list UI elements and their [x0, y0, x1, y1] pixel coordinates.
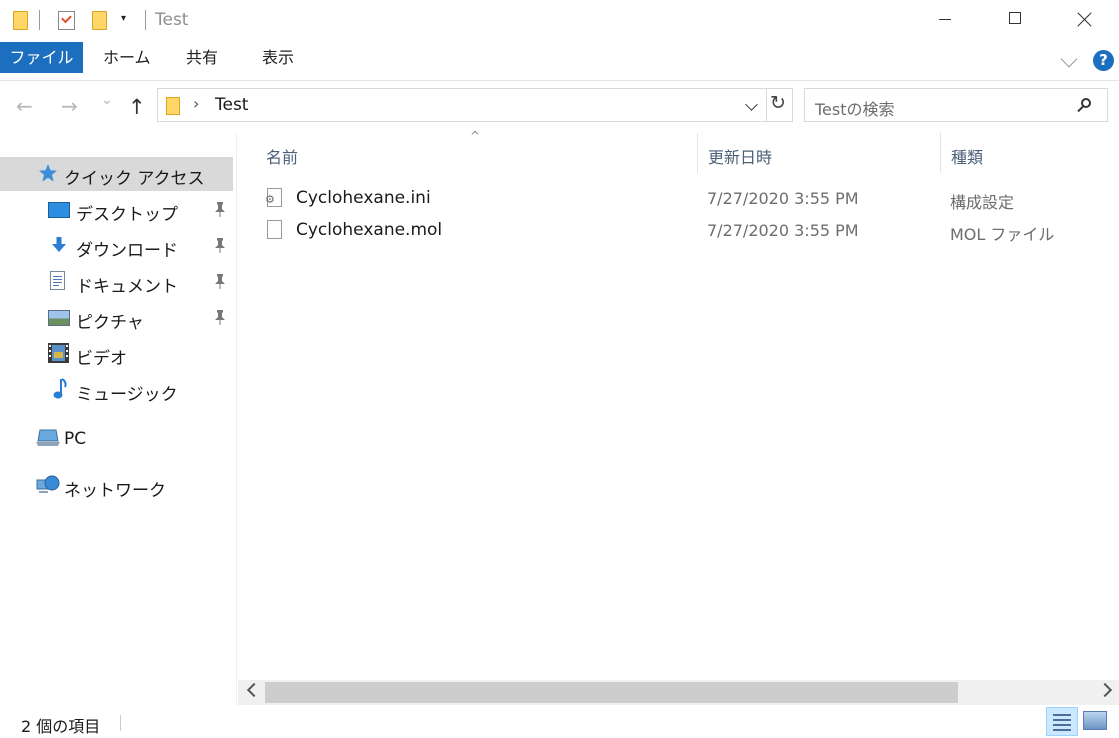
search-icon[interactable] — [1081, 98, 1091, 108]
scroll-right-icon[interactable] — [1097, 682, 1113, 698]
navigation-bar: ← → ⌄ ↑ › Test ↻ Testの検索 — [0, 81, 1119, 133]
sidebar-item-label: デスクトップ — [76, 205, 178, 225]
sidebar-item-videos[interactable]: ビデオ — [0, 337, 233, 371]
scrollbar-thumb[interactable] — [265, 682, 958, 703]
horizontal-scrollbar[interactable] — [238, 680, 1119, 705]
download-icon — [50, 236, 68, 252]
column-divider[interactable] — [697, 133, 698, 173]
star-icon — [38, 163, 58, 183]
customize-quick-access-button[interactable]: ▾ — [121, 13, 126, 24]
tab-view[interactable]: 表示 — [262, 42, 294, 73]
quick-access-divider — [39, 10, 40, 30]
file-name: Cyclohexane.mol — [296, 220, 443, 240]
network-icon — [36, 474, 60, 493]
file-name: Cyclohexane.ini — [296, 188, 431, 208]
sidebar-item-music[interactable]: ミュージック — [0, 373, 233, 407]
pc-icon — [36, 428, 60, 446]
expand-ribbon-chevron-icon[interactable] — [1060, 50, 1078, 68]
forward-button[interactable]: → — [61, 94, 78, 118]
sidebar-item-label: クイック アクセス — [64, 169, 205, 189]
tab-home[interactable]: ホーム — [103, 42, 151, 73]
video-icon — [48, 343, 69, 363]
search-input[interactable]: Testの検索 — [804, 88, 1108, 122]
sidebar-item-quick-access[interactable]: クイック アクセス — [0, 157, 233, 191]
refresh-button[interactable]: ↻ — [770, 92, 786, 114]
large-icons-view-icon[interactable] — [1083, 711, 1107, 730]
pin-icon[interactable] — [213, 201, 227, 221]
minimize-button[interactable] — [922, 0, 968, 40]
tab-file[interactable]: ファイル — [0, 42, 83, 73]
sidebar-item-label: ドキュメント — [76, 277, 178, 297]
maximize-button[interactable] — [992, 0, 1038, 40]
status-divider — [120, 715, 121, 731]
details-view-icon[interactable] — [1046, 707, 1078, 736]
address-bar[interactable]: › Test ↻ — [157, 88, 793, 122]
picture-icon — [48, 310, 70, 326]
file-type: MOL ファイル — [950, 225, 1055, 244]
scroll-left-icon[interactable] — [246, 682, 262, 698]
folder-icon — [166, 97, 180, 115]
status-bar: 2 個の項目 — [0, 705, 1119, 738]
desktop-icon — [48, 202, 70, 218]
sidebar-item-pictures[interactable]: ピクチャ — [0, 301, 233, 335]
close-button[interactable] — [1061, 0, 1107, 40]
window-title: Test — [155, 10, 189, 30]
table-row[interactable]: Cyclohexane.mol 7/27/2020 3:55 PM MOL ファ… — [261, 216, 1119, 248]
item-count: 2 個の項目 — [21, 717, 101, 736]
properties-icon[interactable] — [58, 11, 75, 30]
sidebar-item-label: ピクチャ — [76, 313, 144, 333]
sidebar-item-network[interactable]: ネットワーク — [0, 469, 233, 503]
pin-icon[interactable] — [213, 309, 227, 329]
music-icon — [52, 378, 70, 399]
column-header-type[interactable]: 種類 — [951, 144, 983, 168]
sidebar-item-label: ミュージック — [76, 385, 178, 405]
title-bar: ▾ Test — [0, 0, 1119, 40]
file-list: ^ 名前 更新日時 種類 Cyclohexane.ini 7/27/2020 3… — [237, 129, 1119, 705]
sidebar-item-label: ネットワーク — [64, 481, 166, 501]
sidebar-item-label: ビデオ — [76, 349, 127, 369]
column-header-name[interactable]: 名前 — [266, 144, 298, 168]
address-dropdown-icon[interactable] — [745, 98, 758, 111]
folder-icon — [13, 11, 28, 30]
breadcrumb-chevron-icon[interactable]: › — [193, 94, 199, 113]
navigation-pane: クイック アクセス デスクトップ ダウンロード ドキュメント ピクチャ ビデオ … — [0, 133, 236, 705]
title-divider — [145, 10, 146, 30]
table-row[interactable]: Cyclohexane.ini 7/27/2020 3:55 PM 構成設定 — [261, 184, 1119, 216]
recent-locations-button[interactable]: ⌄ — [101, 92, 113, 108]
sidebar-item-pc[interactable]: PC — [0, 422, 233, 456]
new-folder-icon[interactable] — [92, 11, 107, 30]
file-icon — [267, 220, 282, 239]
file-modified: 7/27/2020 3:55 PM — [707, 221, 859, 240]
sidebar-item-desktop[interactable]: デスクトップ — [0, 193, 233, 227]
sort-ascending-icon: ^ — [470, 129, 481, 143]
column-divider[interactable] — [940, 133, 941, 173]
document-icon — [50, 271, 65, 290]
sidebar-item-label: PC — [64, 429, 87, 449]
pin-icon[interactable] — [213, 273, 227, 293]
breadcrumb[interactable]: Test — [215, 95, 248, 115]
file-modified: 7/27/2020 3:55 PM — [707, 189, 859, 208]
back-button[interactable]: ← — [16, 94, 33, 118]
help-icon[interactable]: ? — [1093, 50, 1114, 71]
up-button[interactable]: ↑ — [128, 95, 146, 119]
search-placeholder: Testの検索 — [815, 100, 895, 119]
tab-share[interactable]: 共有 — [186, 42, 218, 73]
file-type: 構成設定 — [950, 193, 1015, 212]
column-header-modified[interactable]: 更新日時 — [708, 144, 772, 168]
address-divider — [766, 89, 767, 121]
sidebar-item-documents[interactable]: ドキュメント — [0, 265, 233, 299]
sidebar-item-downloads[interactable]: ダウンロード — [0, 229, 233, 263]
pin-icon[interactable] — [213, 237, 227, 257]
settings-file-icon — [265, 188, 282, 207]
sidebar-item-label: ダウンロード — [76, 241, 178, 261]
ribbon: ファイル ホーム 共有 表示 ? — [0, 40, 1119, 81]
